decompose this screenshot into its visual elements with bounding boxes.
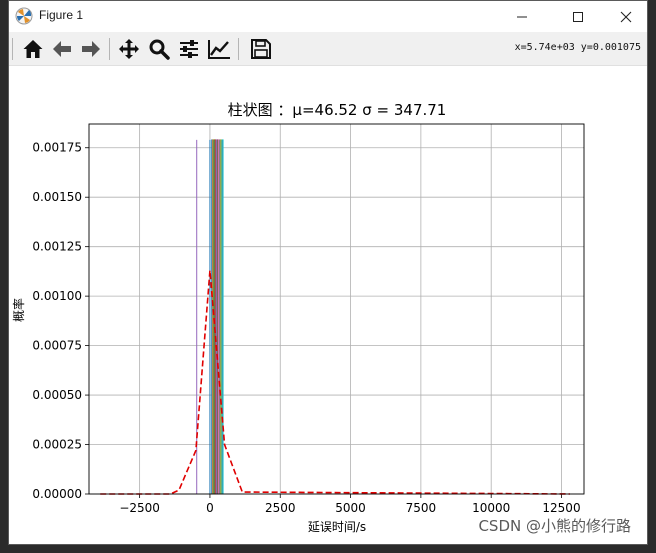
y-tick-label: 0.00000 [32,487,82,501]
histogram-bar[interactable] [221,139,224,495]
plot-frame [88,123,585,495]
x-tick-label: −2500 [119,501,160,515]
histogram-chart[interactable]: 柱状图 ：μ=46.52 σ = 347.71 延误时间/s 概率 −2500 0… [9,66,647,545]
home-icon [23,40,43,58]
y-tick-label: 0.00050 [32,388,82,402]
x-tick-label: 5000 [335,501,366,515]
close-icon [620,11,632,22]
zoom-icon [149,39,170,60]
minimize-button[interactable] [499,1,545,32]
x-tick-label: 7500 [406,501,437,515]
minimize-icon [517,16,527,17]
configure-subplots-icon [180,40,198,58]
watermark-text: CSDN @小熊的修行路 [478,517,631,535]
y-tick-label: 0.00025 [32,438,82,452]
home-button[interactable] [20,36,46,62]
toolbar-separator [109,38,110,60]
navigation-toolbar: x=5.74e+03 y=0.001075 [9,32,647,66]
back-button[interactable] [49,36,75,62]
x-tick-label: 2500 [265,501,296,515]
y-tick-label: 0.00100 [32,289,82,303]
save-button[interactable] [248,36,274,62]
x-tick-label: 10000 [472,501,510,515]
zoom-button[interactable] [146,36,172,62]
title-bar[interactable]: Figure 1 [9,1,647,32]
figure-window: Figure 1 x=5.74e+03 y=0.001075 柱状图 ：μ=46… [8,0,648,545]
x-tick-label: 12500 [542,501,580,515]
forward-icon [82,41,100,57]
y-axis-label: 概率 [11,298,26,322]
maximize-icon [573,11,583,22]
figure-canvas[interactable]: 柱状图 ：μ=46.52 σ = 347.71 延误时间/s 概率 −2500 0… [9,66,647,545]
edit-axis-icon [208,40,230,59]
pdf-curve-line [100,270,570,495]
x-axis-label: 延误时间/s [308,520,366,534]
y-tick-label: 0.00125 [32,240,82,254]
back-icon [53,41,71,57]
toolbar-separator [238,38,239,60]
forward-button[interactable] [78,36,104,62]
close-button[interactable] [603,1,647,32]
y-tick-label: 0.00150 [32,190,82,204]
pan-button[interactable] [116,36,142,62]
y-tick-label: 0.00075 [32,339,82,353]
chart-title: 柱状图 ：μ=46.52 σ = 347.71 [228,101,447,119]
x-tick-label: 0 [206,501,214,515]
configure-subplots-button[interactable] [176,36,202,62]
y-tick-label: 0.00175 [32,141,82,155]
pan-icon [119,39,139,59]
edit-axis-button[interactable] [206,36,232,62]
save-icon [251,39,271,59]
matplotlib-app-icon [15,7,33,25]
window-title: Figure 1 [39,8,84,22]
coordinate-readout: x=5.74e+03 y=0.001075 [514,42,641,53]
toolbar-grip [12,38,13,60]
maximize-button[interactable] [555,1,601,32]
